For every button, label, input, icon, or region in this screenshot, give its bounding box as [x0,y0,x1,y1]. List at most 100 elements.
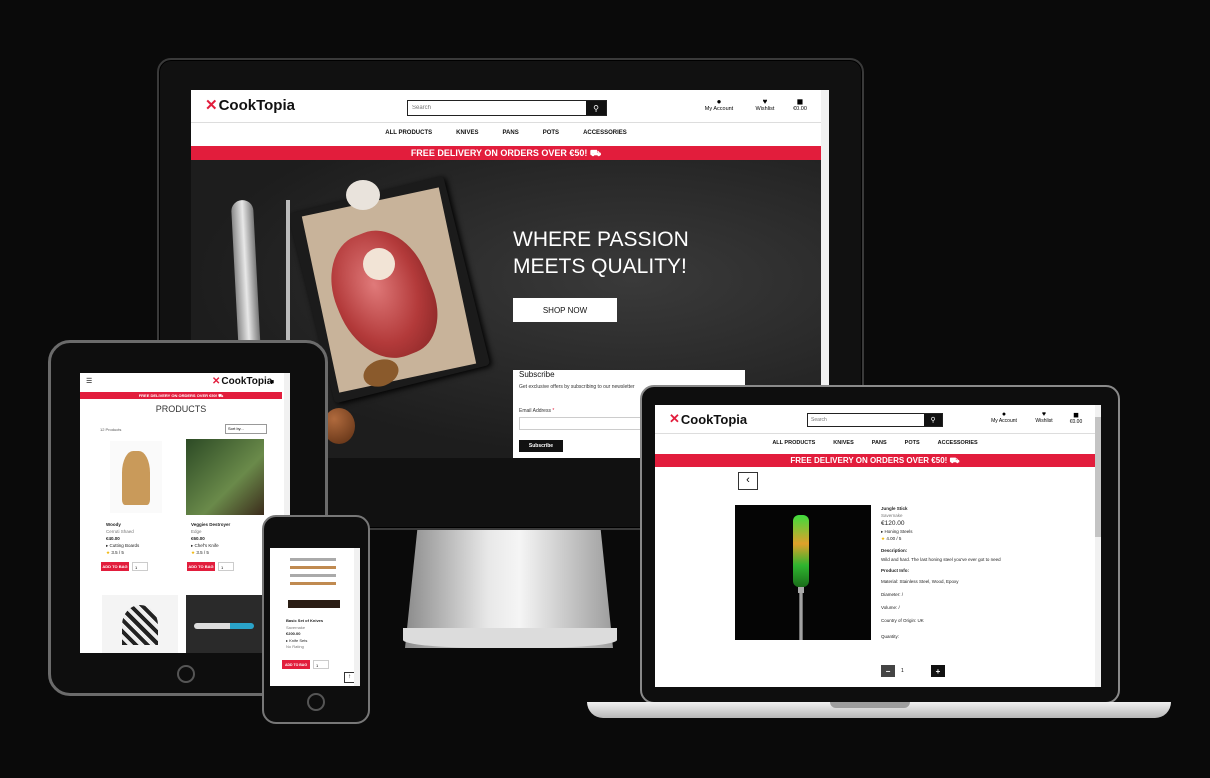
category-tag[interactable]: ▸ Honing Steels [881,528,1001,535]
knife-image [290,566,336,569]
logo[interactable]: ✕ CookTopia [205,96,295,115]
tablet-promo-banner: FREE DELIVERY ON ORDERS OVER €50! ⛟ [80,392,282,399]
knife-image [290,582,336,585]
crossed-knives-icon: ✕ [212,376,221,387]
knife-image [290,558,336,561]
nav-pans[interactable]: PANS [502,130,518,136]
product-card-knife-set: Basic Set of Knives Savernake €200.00 ▸ … [286,618,324,649]
quantity-input[interactable]: 1 [898,665,928,677]
header-divider [655,433,1095,434]
search-button[interactable]: ⚲ [586,101,606,115]
product-name: Jungle Stick [881,506,908,511]
search-input[interactable] [408,104,586,112]
quantity-input[interactable]: 1 [218,562,234,571]
vegetables-image [122,605,158,645]
product-count: 12 Products [100,427,122,432]
account-link[interactable]: ● My Account [985,411,1023,424]
main-nav: ALL PRODUCTS KNIVES PANS POTS ACCESSORIE… [191,130,821,136]
nav-accessories[interactable]: ACCESSORIES [938,440,978,446]
crossed-knives-icon: ✕ [205,97,218,114]
hero-headline: WHERE PASSION MEETS QUALITY! [513,228,689,278]
bag-icon: ◼ [270,379,275,385]
tablet-cart[interactable]: ◼ [270,379,274,385]
add-to-bag-button[interactable]: ADD TO BAG [187,562,215,571]
product-image-knife[interactable] [186,595,266,653]
search-input[interactable] [808,416,925,424]
honing-steel-handle-image [793,515,809,587]
product-card-woody: Woody Cerruti Shaed €40.00 ▸ Cutting Boa… [106,522,140,555]
rating: ★ 4.00 / 5 [881,536,902,541]
wishlist-link[interactable]: ♥ Wishlist [749,97,781,112]
nav-pots[interactable]: POTS [905,440,920,446]
arrow-up-icon: ↑ [348,674,351,680]
hamburger-icon[interactable]: ☰ [86,377,92,385]
bag-icon: ◼ [1073,412,1079,419]
email-label: Email Address * [519,408,555,414]
scrollbar[interactable] [1095,405,1101,687]
shop-now-button[interactable]: SHOP NOW [513,298,617,322]
quantity-input[interactable]: 1 [313,660,329,669]
tablet-screen: ☰ ✕ CookTopia ◼ FREE DELIVERY ON ORDERS O… [80,373,290,653]
search-button[interactable]: ⚲ [924,414,942,426]
bag-icon: ◼ [796,97,804,106]
tablet-home-button [177,665,195,683]
knife-image [290,574,336,577]
header-divider [191,122,821,123]
scrollbar-thumb[interactable] [1095,417,1101,537]
heart-icon: ♥ [762,97,768,106]
nav-all-products[interactable]: ALL PRODUCTS [772,440,815,446]
garlic-image [346,180,380,210]
heart-icon: ♥ [1041,411,1047,418]
add-to-bag-button[interactable]: ADD TO BAG [282,660,310,669]
product-image-knife-set[interactable] [286,552,340,612]
product-image-veggies-destroyer[interactable] [186,439,264,515]
nav-pans[interactable]: PANS [872,440,887,446]
steak-bone [363,248,395,280]
user-icon: ● [716,97,722,106]
honing-steel-rod-image [799,593,803,640]
star-icon: ★ [191,550,196,555]
laptop-screen: ✕CookTopia ⚲ ● My Account ♥ Wishlist ◼ €… [655,405,1101,687]
category-tag[interactable]: ▸ Chef's Knife [191,542,230,549]
laptop-promo-banner: FREE DELIVERY ON ORDERS OVER €50! ⛟ [655,454,1095,467]
nav-pots[interactable]: POTS [543,130,559,136]
category-tag[interactable]: ▸ Cutting Boards [106,542,139,549]
quantity-input[interactable]: 1 [132,562,148,571]
quantity-decrease-button[interactable]: − [881,665,895,677]
carving-fork-image [286,200,290,350]
product-card-veggies-destroyer: Veggies Destroyer Edge €60.00 ▸ Chef's K… [191,522,231,555]
cutting-board-image [122,451,150,505]
wishlist-link[interactable]: ♥ Wishlist [1029,411,1059,424]
scrollbar[interactable] [354,548,360,686]
sort-select[interactable]: Sort by... [225,424,267,434]
product-image-woody[interactable] [110,441,162,513]
add-to-bag-button[interactable]: ADD TO BAG [101,562,129,571]
laptop-logo[interactable]: ✕ CookTopia [669,411,747,427]
subscribe-title: Subscribe [519,370,555,379]
product-price: €120.00 [881,520,905,527]
nav-knives[interactable]: KNIVES [833,440,853,446]
nav-accessories[interactable]: ACCESSORIES [583,130,627,136]
back-button[interactable]: ‹ [738,472,758,490]
promo-banner: FREE DELIVERY ON ORDERS OVER €50! ⛟ [191,146,821,160]
chef-knife-image [230,199,262,361]
subscribe-button[interactable]: Subscribe [519,440,563,452]
tablet-logo[interactable]: ✕ CookTopia [212,376,272,387]
account-link[interactable]: ● My Account [699,97,739,112]
product-image-pan[interactable] [102,595,178,653]
knife-case-image [288,600,340,608]
quantity-increase-button[interactable]: + [931,665,945,677]
crossed-knives-icon: ✕ [669,411,680,426]
nav-knives[interactable]: KNIVES [456,130,478,136]
laptop-main-nav: ALL PRODUCTS KNIVES PANS POTS ACCESSORIE… [655,440,1095,446]
cart-link[interactable]: ◼ €0.00 [1065,411,1087,425]
laptop-notch [830,702,910,708]
star-icon: ★ [106,550,111,555]
nav-all-products[interactable]: ALL PRODUCTS [385,130,432,136]
search-icon: ⚲ [930,417,936,424]
cart-link[interactable]: ◼ €0.00 [788,97,812,112]
monitor-foot [403,628,617,648]
laptop-search-bar: ⚲ [807,413,943,427]
tablet-page-title: PRODUCTS [155,404,207,414]
star-icon: ★ [881,536,886,541]
